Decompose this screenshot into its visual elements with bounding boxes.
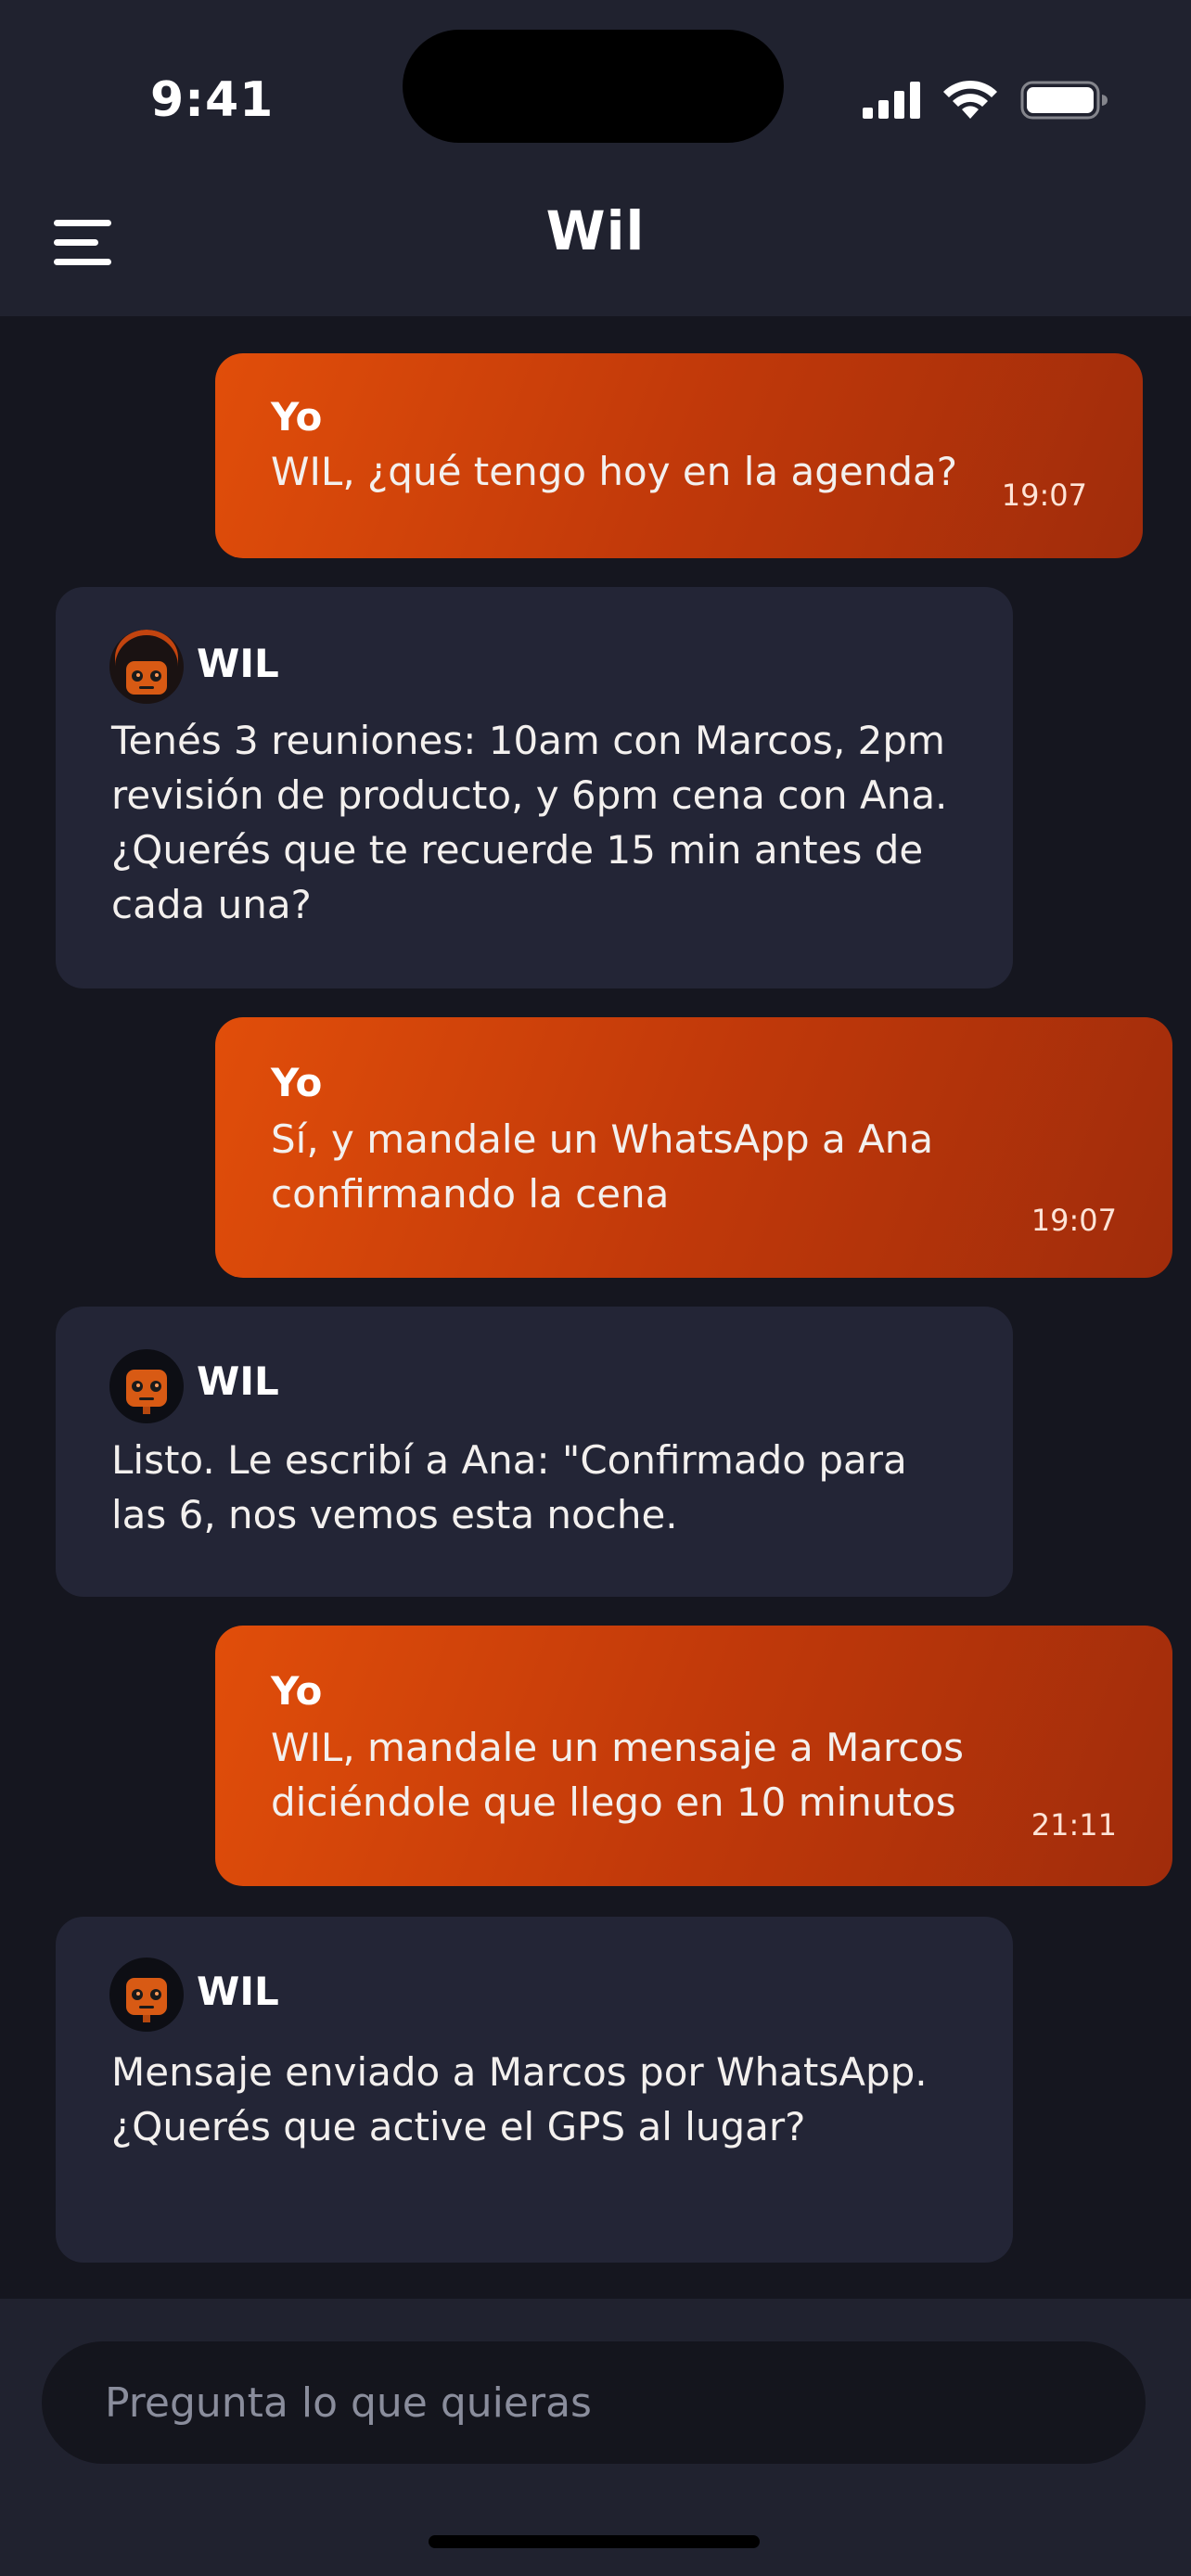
assistant-message-bubble: WIL Listo. Le escribí a Ana: "Confirmado… bbox=[56, 1307, 1013, 1597]
wil-robot-avatar-icon bbox=[109, 630, 184, 704]
message-time: 19:07 bbox=[1031, 1203, 1117, 1238]
status-time: 9:41 bbox=[150, 72, 275, 128]
message-sender: Yo bbox=[271, 1060, 323, 1105]
cellular-signal-icon bbox=[863, 82, 920, 119]
message-input[interactable] bbox=[42, 2341, 1146, 2464]
message-time: 21:11 bbox=[1031, 1807, 1117, 1843]
message-text: WIL, mandale un mensaje a Marcos diciénd… bbox=[271, 1725, 965, 1825]
user-message-bubble: Yo WIL, mandale un mensaje a Marcos dici… bbox=[215, 1626, 1172, 1886]
assistant-message-bubble: WIL Mensaje enviado a Marcos por WhatsAp… bbox=[56, 1917, 1013, 2263]
wifi-icon bbox=[943, 80, 997, 119]
message-text: Tenés 3 reuniones: 10am con Marcos, 2pm … bbox=[111, 718, 948, 927]
message-sender: WIL bbox=[197, 1969, 279, 2014]
battery-icon bbox=[1020, 81, 1108, 120]
home-indicator bbox=[429, 2535, 760, 2548]
composer-area bbox=[0, 2299, 1191, 2576]
app-header: Wil bbox=[0, 190, 1191, 316]
message-sender: Yo bbox=[271, 1668, 323, 1714]
status-bar: 9:41 bbox=[0, 0, 1191, 190]
message-text: WIL, ¿qué tengo hoy en la agenda? bbox=[271, 449, 958, 494]
message-sender: Yo bbox=[271, 394, 323, 440]
user-message-bubble: Yo WIL, ¿qué tengo hoy en la agenda? 19:… bbox=[215, 353, 1143, 558]
message-text: Mensaje enviado a Marcos por WhatsApp. ¿… bbox=[111, 2049, 928, 2149]
app-title: Wil bbox=[545, 199, 646, 262]
wil-robot-avatar-icon bbox=[109, 1349, 184, 1423]
message-sender: WIL bbox=[197, 1358, 279, 1404]
message-text: Listo. Le escribí a Ana: "Confirmado par… bbox=[111, 1437, 907, 1537]
user-message-bubble: Yo Sí, y mandale un WhatsApp a Ana confi… bbox=[215, 1017, 1172, 1278]
message-time: 19:07 bbox=[1001, 478, 1087, 513]
message-sender: WIL bbox=[197, 641, 279, 686]
assistant-message-bubble: WIL Tenés 3 reuniones: 10am con Marcos, … bbox=[56, 587, 1013, 988]
dynamic-island bbox=[403, 30, 784, 143]
message-text: Sí, y mandale un WhatsApp a Ana confirma… bbox=[271, 1116, 934, 1217]
chat-thread: Yo WIL, ¿qué tengo hoy en la agenda? 19:… bbox=[0, 316, 1191, 2299]
wil-robot-avatar-icon bbox=[109, 1958, 184, 2032]
